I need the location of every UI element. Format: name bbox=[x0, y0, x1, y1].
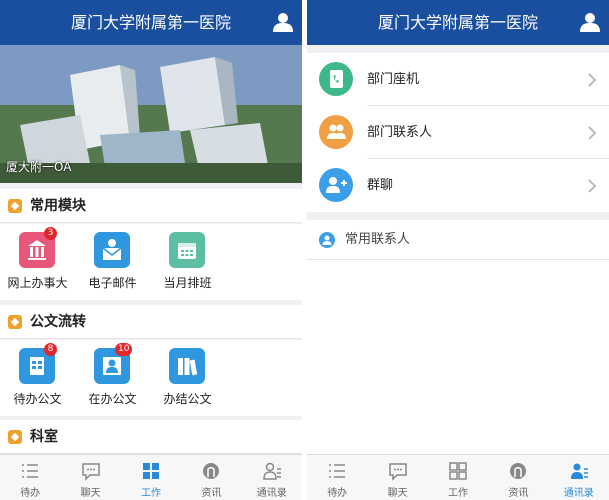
section-header-document-flow: 公文流转 bbox=[0, 305, 302, 339]
list-item-department-contacts[interactable]: 部门联系人 bbox=[307, 106, 609, 159]
module-grid-common: 3 网上办事大 电子邮件 当月排班 bbox=[0, 224, 302, 300]
frequent-contacts-header[interactable]: 常用联系人 bbox=[307, 220, 609, 260]
books-icon bbox=[169, 348, 205, 384]
hospital-banner[interactable]: 厦大附一OA bbox=[0, 45, 302, 183]
phone-book-icon bbox=[319, 62, 353, 96]
contacts-icon bbox=[263, 462, 281, 480]
tab-label: 资讯 bbox=[201, 488, 222, 499]
section-header-departments: 科室 bbox=[0, 420, 302, 454]
mail-person-icon bbox=[94, 232, 130, 268]
app-title: 厦门大学附属第一医院 bbox=[377, 13, 538, 32]
section-title: 科室 bbox=[30, 429, 58, 445]
tab-news[interactable]: 资讯 bbox=[488, 455, 548, 500]
tab-label: 聊天 bbox=[80, 488, 101, 499]
badge-count: 8 bbox=[44, 343, 57, 356]
news-icon bbox=[510, 463, 527, 479]
module-email[interactable]: 电子邮件 bbox=[75, 224, 150, 300]
module-grid-documents: 8 待办公文 10 在办公文 办结公文 bbox=[0, 340, 302, 416]
list-item-department-phone[interactable]: 部门座机 bbox=[307, 53, 609, 106]
chevron-right-icon bbox=[588, 73, 597, 87]
group-add-icon bbox=[319, 168, 353, 202]
tab-news[interactable]: 资讯 bbox=[181, 455, 241, 500]
badge-count: 3 bbox=[44, 227, 57, 240]
calendar-icon bbox=[169, 232, 205, 268]
people-icon bbox=[319, 115, 353, 149]
tab-chat[interactable]: 聊天 bbox=[367, 455, 427, 500]
work-screen: 厦门大学附属第一医院 厦大附一OA 常用模块 3 网上办事大 电子邮件 当月排班… bbox=[0, 0, 302, 500]
badge-count: 10 bbox=[115, 343, 133, 356]
module-pending-documents[interactable]: 8 待办公文 bbox=[0, 340, 75, 416]
contacts-icon bbox=[570, 463, 588, 479]
diamond-icon bbox=[8, 430, 22, 444]
grid-icon bbox=[142, 463, 159, 479]
tab-label: 通讯录 bbox=[256, 488, 287, 499]
diamond-icon bbox=[8, 315, 22, 329]
tab-todo[interactable]: 待办 bbox=[0, 455, 60, 500]
module-label: 网上办事大 bbox=[7, 276, 68, 290]
chevron-right-icon bbox=[588, 179, 597, 193]
module-monthly-schedule[interactable]: 当月排班 bbox=[150, 224, 225, 300]
chat-icon bbox=[81, 463, 100, 481]
chat-icon bbox=[388, 463, 407, 481]
tab-contacts[interactable]: 通讯录 bbox=[549, 455, 609, 500]
app-header: 厦门大学附属第一医院 bbox=[0, 0, 302, 45]
module-label: 在办公文 bbox=[88, 392, 137, 406]
person-icon bbox=[319, 232, 335, 248]
list-label: 部门联系人 bbox=[367, 125, 433, 140]
list-item-group-chat[interactable]: 群聊 bbox=[307, 159, 609, 212]
module-online-affairs[interactable]: 3 网上办事大 bbox=[0, 224, 75, 300]
tab-label: 资讯 bbox=[508, 488, 529, 499]
chevron-right-icon bbox=[588, 126, 597, 140]
module-completed-documents[interactable]: 办结公文 bbox=[150, 340, 225, 416]
tab-contacts[interactable]: 通讯录 bbox=[242, 455, 302, 500]
tab-label: 工作 bbox=[447, 488, 468, 499]
tab-label: 待办 bbox=[20, 488, 41, 499]
spacer bbox=[307, 212, 609, 220]
module-label: 办结公文 bbox=[163, 392, 212, 406]
section-title: 常用模块 bbox=[30, 198, 86, 214]
grid-icon bbox=[449, 462, 467, 480]
module-in-progress-documents[interactable]: 10 在办公文 bbox=[75, 340, 150, 416]
tab-label: 待办 bbox=[327, 488, 348, 499]
bottom-tab-bar: 待办 聊天 工作 资讯 通讯录 bbox=[307, 454, 609, 500]
tab-label: 聊天 bbox=[387, 488, 408, 499]
list-label: 群聊 bbox=[367, 178, 394, 193]
module-label: 待办公文 bbox=[13, 392, 62, 406]
tab-label: 通讯录 bbox=[563, 488, 594, 499]
app-header: 厦门大学附属第一医院 bbox=[307, 0, 609, 45]
app-title: 厦门大学附属第一医院 bbox=[70, 13, 231, 32]
section-title: 公文流转 bbox=[30, 314, 86, 330]
banner-caption: 厦大附一OA bbox=[6, 160, 72, 174]
tab-work[interactable]: 工作 bbox=[121, 455, 181, 500]
news-icon bbox=[203, 463, 220, 479]
module-label: 当月排班 bbox=[163, 276, 212, 290]
list-label: 部门座机 bbox=[367, 72, 420, 87]
bottom-tab-bar: 待办 聊天 工作 资讯 通讯录 bbox=[0, 454, 302, 500]
list-icon bbox=[22, 464, 39, 478]
list-icon bbox=[329, 464, 346, 478]
frequent-contacts-label: 常用联系人 bbox=[345, 232, 411, 247]
section-header-common-modules: 常用模块 bbox=[0, 189, 302, 223]
user-icon[interactable] bbox=[579, 11, 601, 33]
tab-todo[interactable]: 待办 bbox=[307, 455, 367, 500]
user-icon[interactable] bbox=[272, 11, 294, 33]
contacts-screen: 厦门大学附属第一医院 部门座机 部门联系人 群聊 常用联系人 待办 聊天 工作 … bbox=[307, 0, 609, 500]
module-label: 电子邮件 bbox=[88, 276, 137, 290]
tab-chat[interactable]: 聊天 bbox=[60, 455, 120, 500]
spacer bbox=[307, 45, 609, 53]
tab-label: 工作 bbox=[140, 488, 161, 499]
tab-work[interactable]: 工作 bbox=[428, 455, 488, 500]
diamond-icon bbox=[8, 199, 22, 213]
